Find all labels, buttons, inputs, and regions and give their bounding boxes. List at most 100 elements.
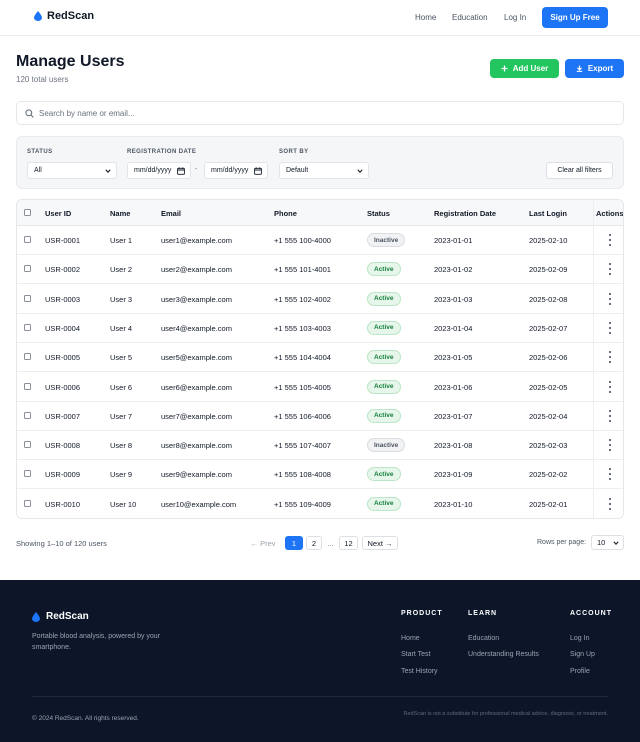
cell-name: User 6: [110, 382, 133, 392]
column-header-user-id[interactable]: User ID: [45, 209, 71, 218]
cell-email: user5@example.com: [161, 353, 232, 363]
footer-link-home[interactable]: Home: [401, 635, 420, 642]
cell-phone: +1 555 107-4007: [274, 441, 331, 451]
cell-last-login: 2025-02-08: [529, 294, 568, 304]
nav-login-link[interactable]: Log In: [504, 13, 526, 22]
column-header-phone[interactable]: Phone: [274, 209, 297, 218]
row-actions-menu-icon[interactable]: [607, 321, 613, 334]
rows-per-page-select[interactable]: 10: [591, 535, 624, 550]
column-header-last-login[interactable]: Last Login: [529, 209, 567, 218]
total-users-count: 120 total users: [16, 75, 69, 84]
cell-name: User 1: [110, 236, 133, 245]
registration-date-label: REGISTRATION DATE: [127, 149, 197, 155]
date-from-value: mm/dd/yyyy: [134, 167, 172, 174]
row-checkbox[interactable]: [24, 382, 31, 390]
cell-last-login: 2025-02-06: [529, 353, 568, 363]
select-all-checkbox[interactable]: [24, 209, 31, 216]
row-actions-menu-icon[interactable]: [607, 497, 613, 510]
row-actions-menu-icon[interactable]: [607, 439, 613, 452]
status-select[interactable]: All: [27, 162, 117, 179]
table-row[interactable]: USR-0007 User 7 user7@example.com +1 555 10…: [17, 402, 623, 431]
row-actions-menu-icon[interactable]: [607, 468, 613, 481]
footer-link-login[interactable]: Log In: [570, 635, 589, 642]
table-row[interactable]: USR-0002 User 2 user2@example.com +1 555 10…: [17, 255, 623, 285]
table-row[interactable]: USR-0009 User 9 user9@example.com +1 555 10…: [17, 460, 623, 490]
nav-education-link[interactable]: Education: [452, 13, 488, 22]
search-input[interactable]: [39, 106, 609, 121]
table-row[interactable]: USR-0004 User 4 user4@example.com +1 555 10…: [17, 314, 623, 343]
search-box[interactable]: [16, 101, 624, 125]
cell-last-login: 2025-02-10: [529, 236, 568, 245]
cell-phone: +1 555 102-4002: [274, 294, 331, 304]
row-checkbox[interactable]: [24, 265, 31, 273]
footer-link-start-test[interactable]: Start Test: [401, 651, 430, 658]
brand-logo[interactable]: RedScan: [34, 10, 94, 22]
page-title: Manage Users: [16, 53, 125, 70]
footer-link-sign-up[interactable]: Sign Up: [570, 651, 595, 658]
export-button[interactable]: Export: [565, 59, 624, 78]
table-row[interactable]: USR-0001 User 1 user1@example.com +1 555 10…: [17, 226, 623, 255]
next-page-button[interactable]: Next →: [362, 536, 398, 550]
table-row[interactable]: USR-0010 User 10 user10@example.com +1 555 …: [17, 490, 623, 518]
row-checkbox[interactable]: [24, 323, 31, 331]
column-header-email[interactable]: Email: [161, 209, 181, 218]
page-button-12[interactable]: 12: [339, 536, 358, 550]
footer-link-test-history[interactable]: Test History: [401, 668, 438, 675]
cell-registration-date: 2023-01-01: [434, 236, 473, 245]
table-row[interactable]: USR-0008 User 8 user8@example.com +1 555 10…: [17, 431, 623, 461]
date-to-input[interactable]: mm/dd/yyyy: [204, 162, 268, 179]
row-checkbox[interactable]: [24, 294, 31, 302]
table-row[interactable]: USR-0005 User 5 user5@example.com +1 555 10…: [17, 343, 623, 373]
row-checkbox[interactable]: [24, 499, 31, 507]
date-to-value: mm/dd/yyyy: [211, 167, 249, 174]
row-checkbox[interactable]: [24, 411, 31, 419]
row-checkbox[interactable]: [24, 441, 31, 449]
row-actions-menu-icon[interactable]: [607, 380, 613, 393]
sort-select[interactable]: Default: [279, 162, 369, 179]
cell-registration-date: 2023-01-08: [434, 441, 473, 451]
cell-name: User 8: [110, 441, 133, 451]
cell-user-id: USR-0004: [45, 323, 81, 333]
row-checkbox[interactable]: [24, 353, 31, 361]
row-checkbox[interactable]: [24, 470, 31, 478]
footer-link-education[interactable]: Education: [468, 635, 499, 642]
add-user-button[interactable]: Add User: [490, 59, 559, 78]
sign-up-button[interactable]: Sign Up Free: [542, 7, 608, 28]
table-row[interactable]: USR-0003 User 3 user3@example.com +1 555 10…: [17, 285, 623, 314]
page-button-1[interactable]: 1: [285, 536, 303, 550]
footer-brand-logo[interactable]: RedScan: [32, 611, 89, 622]
calendar-icon: [177, 167, 185, 175]
row-actions-menu-icon[interactable]: [607, 409, 613, 422]
date-from-input[interactable]: mm/dd/yyyy: [127, 162, 191, 179]
row-actions-menu-icon[interactable]: [607, 351, 613, 364]
prev-page-button[interactable]: ← Prev: [248, 536, 278, 550]
cell-phone: +1 555 109-4009: [274, 499, 331, 509]
page-button-2[interactable]: 2: [306, 536, 322, 550]
calendar-icon: [254, 167, 262, 175]
showing-count: Showing 1–10 of 120 users: [16, 539, 107, 548]
column-header-status[interactable]: Status: [367, 209, 390, 218]
cell-user-id: USR-0007: [45, 411, 81, 421]
users-table: User ID Name Email Phone Status Registra…: [16, 199, 624, 519]
row-checkbox[interactable]: [24, 236, 31, 243]
row-actions-menu-icon[interactable]: [607, 292, 613, 305]
status-badge: Active: [367, 262, 401, 277]
cell-phone: +1 555 101-4001: [274, 265, 331, 275]
filter-panel: STATUS All REGISTRATION DATE mm/dd/yyyy …: [16, 136, 624, 189]
table-row[interactable]: USR-0006 User 6 user6@example.com +1 555 10…: [17, 373, 623, 402]
chevron-down-icon: [105, 169, 111, 174]
row-actions-menu-icon[interactable]: [607, 263, 613, 276]
column-header-name[interactable]: Name: [110, 209, 130, 218]
status-select-value: All: [34, 167, 42, 174]
cell-email: user2@example.com: [161, 265, 232, 275]
nav-home-link[interactable]: Home: [415, 13, 436, 22]
footer-link-profile[interactable]: Profile: [570, 668, 590, 675]
cell-registration-date: 2023-01-05: [434, 353, 473, 363]
footer-brand-name: RedScan: [46, 611, 89, 622]
cell-last-login: 2025-02-05: [529, 382, 568, 392]
blood-drop-icon: [32, 611, 40, 622]
column-header-registration-date[interactable]: Registration Date: [434, 209, 496, 218]
row-actions-menu-icon[interactable]: [607, 234, 613, 246]
clear-filters-button[interactable]: Clear all filters: [546, 162, 613, 179]
footer-link-understanding-results[interactable]: Understanding Results: [468, 651, 539, 658]
